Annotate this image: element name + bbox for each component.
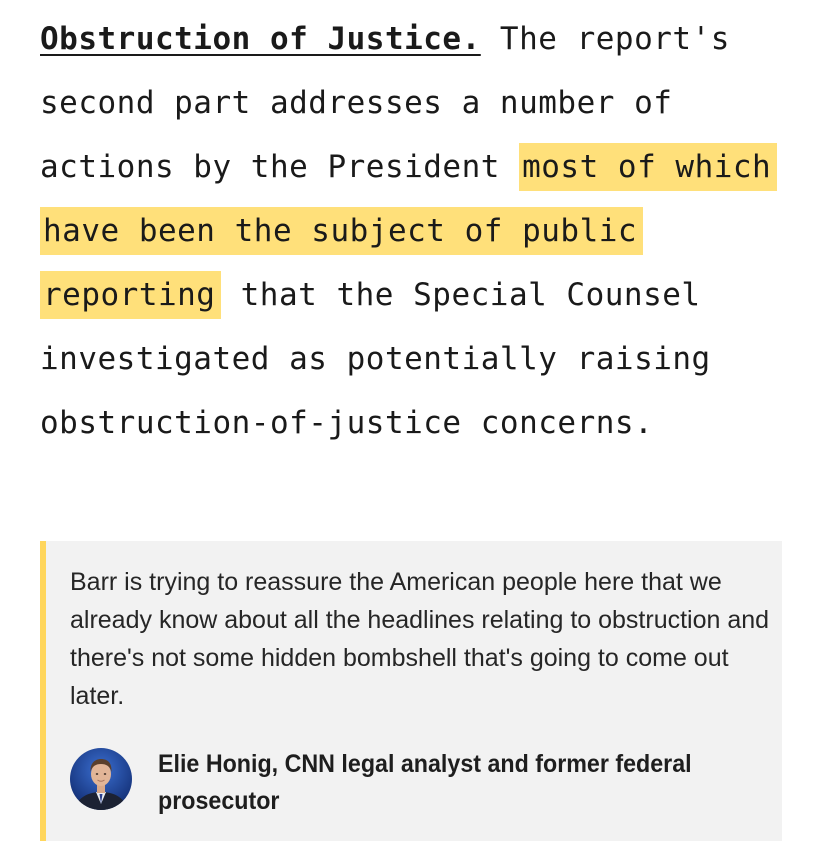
section-heading: Obstruction of Justice. xyxy=(40,21,481,57)
analyst-quote: Barr is trying to reassure the American … xyxy=(70,568,770,710)
avatar xyxy=(70,748,132,810)
analyst-callout: Barr is trying to reassure the American … xyxy=(40,541,782,841)
attribution: Elie Honig, CNN legal analyst and former… xyxy=(70,746,758,820)
attribution-text: Elie Honig, CNN legal analyst and former… xyxy=(158,750,692,815)
report-excerpt: Obstruction of Justice. The report's sec… xyxy=(40,7,800,455)
